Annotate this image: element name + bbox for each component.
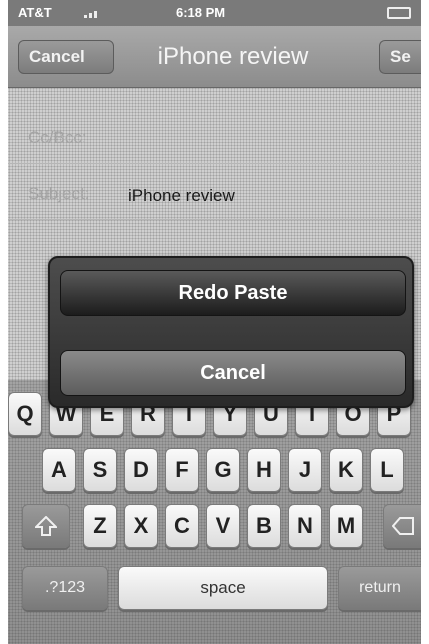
key-d[interactable]: D	[124, 448, 158, 492]
keyboard: Q W E R T Y U I O P A S D F G H J K L Z …	[8, 380, 421, 644]
key-j[interactable]: J	[288, 448, 322, 492]
return-key[interactable]: return	[338, 566, 421, 610]
subject-field[interactable]: Subject: iPhone review	[8, 166, 421, 220]
shift-key[interactable]	[22, 504, 70, 548]
key-b[interactable]: B	[247, 504, 281, 548]
key-c[interactable]: C	[165, 504, 199, 548]
delete-icon	[391, 517, 414, 535]
cancel-sheet-button[interactable]: Cancel	[60, 350, 406, 396]
delete-key[interactable]	[383, 504, 421, 548]
action-sheet: Redo Paste Cancel	[48, 256, 414, 408]
key-v[interactable]: V	[206, 504, 240, 548]
signal-icon	[84, 11, 97, 18]
send-button[interactable]: Se	[379, 40, 421, 74]
key-f[interactable]: F	[165, 448, 199, 492]
battery-icon	[387, 7, 411, 19]
key-q[interactable]: Q	[8, 392, 42, 436]
key-s[interactable]: S	[83, 448, 117, 492]
key-h[interactable]: H	[247, 448, 281, 492]
key-n[interactable]: N	[288, 504, 322, 548]
carrier-label: AT&T	[18, 5, 52, 20]
key-x[interactable]: X	[124, 504, 158, 548]
navigation-bar: Cancel iPhone review Se	[8, 26, 421, 88]
numbers-key[interactable]: .?123	[22, 566, 108, 610]
key-z[interactable]: Z	[83, 504, 117, 548]
key-m[interactable]: M	[329, 504, 363, 548]
subject-value: iPhone review	[128, 186, 235, 205]
key-a[interactable]: A	[42, 448, 76, 492]
shift-icon	[33, 515, 59, 536]
clock: 6:18 PM	[176, 5, 226, 20]
key-k[interactable]: K	[329, 448, 363, 492]
iphone-screen: AT&T 6:18 PM Cancel iPhone review Se Cc/…	[8, 0, 421, 644]
cancel-button[interactable]: Cancel	[18, 40, 114, 74]
subject-label: Subject:	[28, 184, 90, 203]
redo-paste-button[interactable]: Redo Paste	[60, 270, 406, 316]
key-g[interactable]: G	[206, 448, 240, 492]
cc-bcc-label: Cc/Bcc:	[28, 128, 87, 147]
key-l[interactable]: L	[370, 448, 404, 492]
status-bar: AT&T 6:18 PM	[8, 0, 421, 26]
space-key[interactable]: space	[118, 566, 328, 610]
cc-bcc-field[interactable]: Cc/Bcc:	[8, 110, 421, 164]
page-title: iPhone review	[157, 43, 309, 70]
